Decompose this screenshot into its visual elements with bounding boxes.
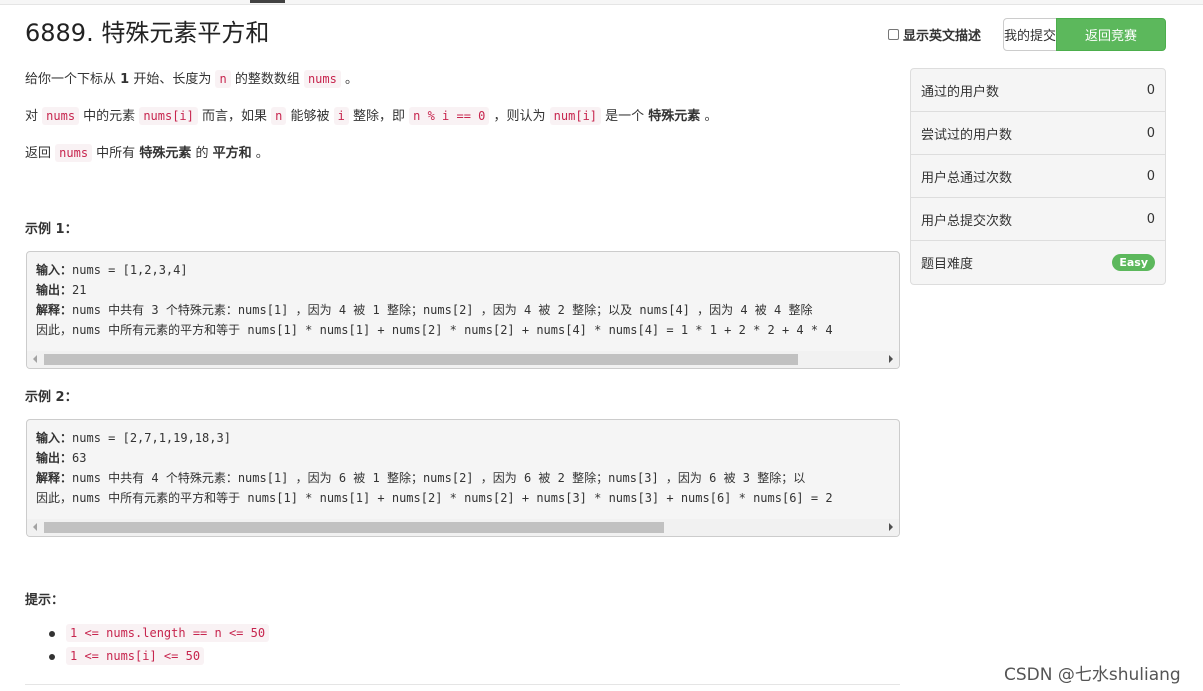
text: 是一个 xyxy=(601,109,649,124)
example-1-sum-line: 因此，nums 中所有元素的平方和等于 nums[1] * nums[1] + … xyxy=(36,323,833,337)
input-value: nums = [1,2,3,4] xyxy=(72,263,188,277)
my-submissions-button[interactable]: 我的提交 xyxy=(1003,18,1057,51)
text: 中所有 xyxy=(92,146,140,161)
hint-item: 1 <= nums[i] <= 50 xyxy=(25,645,269,668)
inline-code: n xyxy=(271,107,287,125)
text: 而言，如果 xyxy=(197,109,272,124)
scrollbar-thumb[interactable] xyxy=(44,522,664,533)
text: 开始、长度为 xyxy=(129,72,216,87)
example-1-code-block: 输入：nums = [1,2,3,4] 输出：21 解释：nums 中共有 3 个特… xyxy=(26,251,900,369)
example-2-title: 示例 2： xyxy=(25,390,78,405)
stats-value: 0 xyxy=(1146,125,1155,141)
text: ，则认为 xyxy=(489,109,550,124)
text: 给你一个下标从 xyxy=(25,72,121,87)
inline-code: n % i == 0 xyxy=(409,107,490,125)
hint-item: 1 <= nums.length == n <= 50 xyxy=(25,622,270,645)
inline-code: n xyxy=(215,70,231,88)
hints-title: 提示： xyxy=(25,593,65,608)
scroll-left-icon[interactable] xyxy=(33,355,37,363)
explain-value: nums 中共有 3 个特殊元素：nums[1] ，因为 4 被 1 整除；nu… xyxy=(72,303,813,317)
stats-value: 0 xyxy=(1146,211,1155,227)
hint-code: 1 <= nums[i] <= 50 xyxy=(66,647,205,665)
input-value: nums = [2,7,1,19,18,3] xyxy=(72,431,231,445)
bold-text: 1 xyxy=(120,72,130,87)
example-2-output-line: 输出：63 xyxy=(36,448,890,468)
input-label: 输入： xyxy=(36,431,73,445)
stats-row-difficulty: 题目难度 Easy xyxy=(911,241,1165,284)
inline-code: num[i] xyxy=(549,107,602,125)
inline-code: nums xyxy=(303,70,341,88)
text: 。 xyxy=(700,109,718,124)
text: 整除，即 xyxy=(348,109,410,124)
stats-label: 通过的用户数 xyxy=(921,84,1000,100)
inline-code: nums[i] xyxy=(139,107,198,125)
example-1-horizontal-scrollbar[interactable] xyxy=(27,351,899,368)
example-1-output-line: 输出：21 xyxy=(36,280,890,300)
top-nav-strip xyxy=(0,0,1203,5)
bold-text: 平方和 xyxy=(212,146,252,161)
stats-label: 尝试过的用户数 xyxy=(921,127,1013,143)
stats-value: 0 xyxy=(1146,82,1155,98)
explain-value: nums 中共有 4 个特殊元素：nums[1] ，因为 6 被 1 整除；nu… xyxy=(72,471,806,485)
text: 。 xyxy=(340,72,358,87)
back-to-contest-button[interactable]: 返回竞赛 xyxy=(1056,18,1166,51)
bold-text: 特殊元素 xyxy=(139,146,192,161)
stats-row-total-submissions: 用户总提交次数 0 xyxy=(911,198,1165,241)
english-description-toggle[interactable]: 显示英文描述 xyxy=(888,25,981,44)
description-paragraph-2: 对 nums 中的元素 nums[i] 而言，如果 n 能够被 i 整除，即 n… xyxy=(25,105,717,128)
output-value: 21 xyxy=(72,283,87,297)
inline-code: nums xyxy=(42,107,80,125)
scroll-right-icon[interactable] xyxy=(889,355,893,363)
output-label: 输出： xyxy=(36,451,73,465)
example-2-explain-line: 解释：nums 中共有 4 个特殊元素：nums[1] ，因为 6 被 1 整除… xyxy=(36,468,890,488)
bottom-divider xyxy=(25,684,900,685)
scrollbar-thumb[interactable] xyxy=(44,354,798,365)
bold-text: 特殊元素 xyxy=(648,109,701,124)
difficulty-badge: Easy xyxy=(1112,254,1155,271)
english-description-checkbox[interactable] xyxy=(888,29,899,40)
text: 对 xyxy=(25,109,43,124)
bullet-icon xyxy=(49,654,55,660)
example-1-input-line: 输入：nums = [1,2,3,4] xyxy=(36,260,890,280)
stats-panel: 通过的用户数 0 尝试过的用户数 0 用户总通过次数 0 用户总提交次数 0 题… xyxy=(910,68,1166,285)
example-1-title: 示例 1： xyxy=(25,222,78,237)
stats-row-accepted-users: 通过的用户数 0 xyxy=(911,69,1165,112)
text: 的整数数组 xyxy=(230,72,304,87)
bullet-icon xyxy=(49,631,55,637)
page-title: 6889. 特殊元素平方和 xyxy=(25,19,270,47)
example-2-horizontal-scrollbar[interactable] xyxy=(27,519,899,536)
stats-label: 用户总通过次数 xyxy=(921,170,1013,186)
explain-label: 解释： xyxy=(36,303,73,317)
inline-code: nums xyxy=(55,144,93,162)
text: 返回 xyxy=(25,146,56,161)
active-tab-indicator xyxy=(250,0,285,3)
example-2-code-block: 输入：nums = [2,7,1,19,18,3] 输出：63 解释：nums 中共… xyxy=(26,419,900,537)
output-value: 63 xyxy=(72,451,87,465)
stats-row-attempted-users: 尝试过的用户数 0 xyxy=(911,112,1165,155)
hint-code: 1 <= nums.length == n <= 50 xyxy=(66,624,270,642)
example-2-sum-line: 因此，nums 中所有元素的平方和等于 nums[1] * nums[1] + … xyxy=(36,491,833,505)
text: 中的元素 xyxy=(79,109,140,124)
input-label: 输入： xyxy=(36,263,73,277)
stats-value: 0 xyxy=(1146,168,1155,184)
description-paragraph-3: 返回 nums 中所有 特殊元素 的 平方和 。 xyxy=(25,142,269,165)
inline-code: i xyxy=(333,107,349,125)
example-1-explain-line: 解释：nums 中共有 3 个特殊元素：nums[1] ，因为 4 被 1 整除… xyxy=(36,300,890,320)
stats-row-total-accepted: 用户总通过次数 0 xyxy=(911,155,1165,198)
csdn-watermark: CSDN @七水shuliang xyxy=(1004,665,1181,685)
hints-list: 1 <= nums.length == n <= 50 1 <= nums[i]… xyxy=(25,622,270,668)
stats-label: 题目难度 xyxy=(921,257,974,272)
stats-label: 用户总提交次数 xyxy=(921,213,1013,229)
explain-label: 解释： xyxy=(36,471,73,485)
example-2-input-line: 输入：nums = [2,7,1,19,18,3] xyxy=(36,428,890,448)
description-paragraph-1: 给你一个下标从 1 开始、长度为 n 的整数数组 nums 。 xyxy=(25,68,358,91)
text: 能够被 xyxy=(286,109,334,124)
output-label: 输出： xyxy=(36,283,73,297)
english-description-label: 显示英文描述 xyxy=(903,29,982,44)
text: 。 xyxy=(251,146,269,161)
text: 的 xyxy=(191,146,213,161)
scroll-left-icon[interactable] xyxy=(33,523,37,531)
scroll-right-icon[interactable] xyxy=(889,523,893,531)
